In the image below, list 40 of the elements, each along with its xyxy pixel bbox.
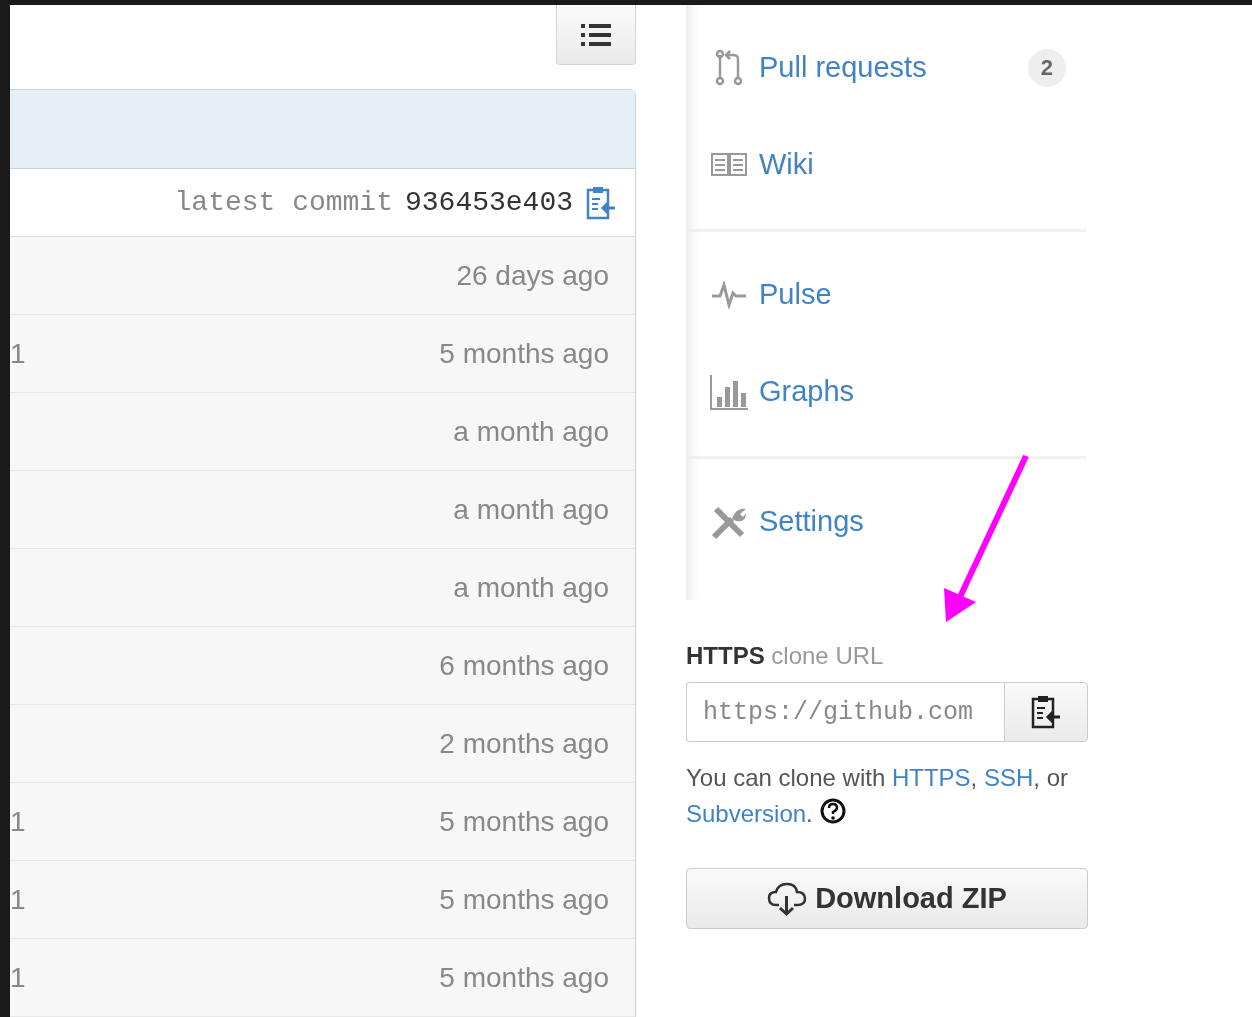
- book-icon: [710, 151, 748, 178]
- commit-age: 5 months ago: [439, 805, 609, 838]
- pull-request-icon: [713, 48, 745, 87]
- nav-item[interactable]: Pulse: [687, 246, 1086, 343]
- clipboard-icon: [585, 184, 617, 221]
- nav-item[interactable]: Wiki: [687, 116, 1086, 213]
- commit-label: latest commit: [174, 187, 393, 218]
- download-zip-button[interactable]: Download ZIP: [686, 868, 1088, 929]
- cloud-download-icon: [767, 880, 808, 917]
- list-icon: [581, 22, 611, 47]
- clipboard-icon: [1030, 694, 1062, 730]
- pulse-icon: [710, 280, 748, 309]
- commit-age: 2 months ago: [439, 727, 609, 760]
- commit-age: 5 months ago: [439, 337, 609, 370]
- commit-age: a month ago: [453, 493, 609, 526]
- table-cell: 1: [10, 805, 26, 838]
- help-icon[interactable]: [818, 797, 847, 825]
- commit-age: a month ago: [453, 415, 609, 448]
- bar-chart-icon: [709, 372, 749, 411]
- commit-age: a month ago: [453, 571, 609, 604]
- nav-item[interactable]: Graphs: [687, 343, 1086, 440]
- link[interactable]: Subversion: [686, 800, 807, 827]
- commit-age: 26 days ago: [456, 259, 609, 292]
- clone-url-label: HTTPS clone URL: [686, 642, 885, 670]
- count-badge: 2: [1027, 48, 1066, 87]
- clone-help-text: You can clone with HTTPS, SSH, or Subversion.: [686, 763, 1069, 829]
- url-field[interactable]: https://github.com: [686, 682, 1004, 742]
- link[interactable]: SSH: [983, 764, 1034, 791]
- table-cell: 1: [10, 883, 26, 916]
- commit-age: 5 months ago: [439, 961, 609, 994]
- list-view-button[interactable]: [556, 5, 636, 65]
- nav-item[interactable]: Settings: [687, 473, 1086, 570]
- nav-item[interactable]: Pull requests 2: [687, 19, 1086, 116]
- commit-age: 6 months ago: [439, 649, 609, 682]
- table-cell: 1: [10, 337, 26, 370]
- link[interactable]: HTTPS: [891, 764, 971, 791]
- copy-button[interactable]: [1004, 682, 1088, 742]
- commit-sha: 936453e403: [404, 187, 573, 218]
- table-cell: 1: [10, 961, 26, 994]
- commit-age: 5 months ago: [439, 883, 609, 916]
